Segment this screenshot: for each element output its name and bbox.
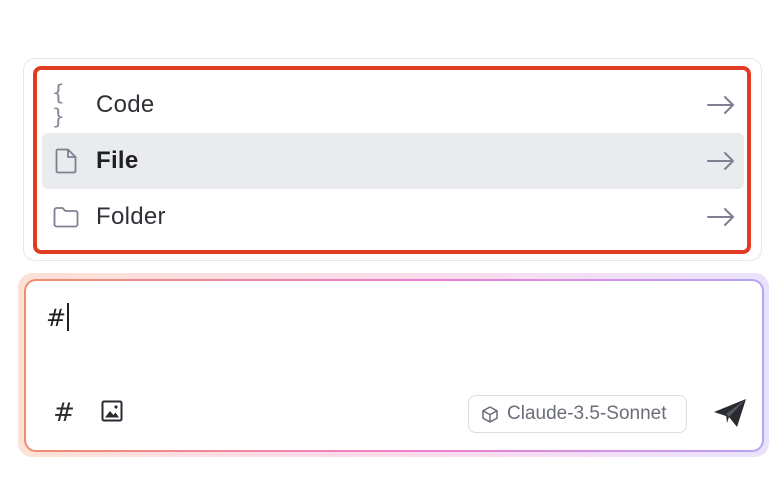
send-icon: [713, 398, 747, 433]
image-icon: [101, 400, 123, 427]
composer: # # Claude-3.5-Sonnet: [24, 279, 764, 452]
model-selector[interactable]: Claude-3.5-Sonnet: [468, 395, 687, 433]
text-caret: [67, 303, 70, 331]
highlight-frame: [33, 66, 751, 254]
send-button[interactable]: [710, 395, 750, 435]
composer-input-area[interactable]: # # Claude-3.5-Sonnet: [26, 281, 762, 450]
mention-button[interactable]: #: [50, 398, 78, 428]
model-name: Claude-3.5-Sonnet: [507, 403, 667, 424]
message-input[interactable]: #: [46, 303, 70, 332]
hash-icon: #: [53, 398, 75, 428]
message-input-value: #: [46, 304, 67, 332]
cube-icon: [481, 405, 499, 423]
image-upload-button[interactable]: [98, 399, 126, 427]
